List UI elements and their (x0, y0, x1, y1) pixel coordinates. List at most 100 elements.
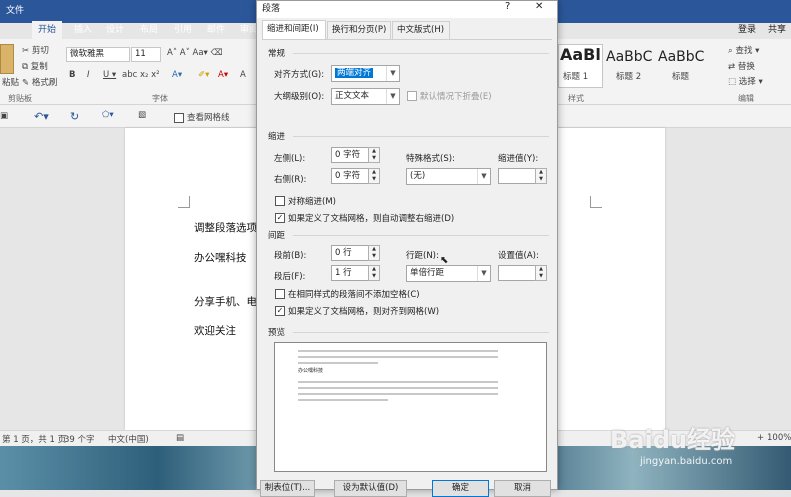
snap-grid-label: 如果定义了文档网格，则对齐到网格(W) (288, 307, 440, 317)
italic-icon[interactable]: I (87, 70, 90, 80)
save-icon[interactable]: ▣ (0, 111, 8, 121)
close-icon[interactable]: ✕ (535, 1, 543, 12)
snap-grid-checkbox[interactable]: ✓ (275, 306, 285, 316)
bold-icon[interactable]: B (69, 70, 75, 80)
find-button[interactable]: ⌕ 查找 ▾ (728, 44, 759, 56)
font-size-select[interactable]: 11 (131, 47, 161, 62)
status-language[interactable]: 中文(中国) (108, 433, 149, 445)
chevron-down-icon: ▼ (477, 266, 490, 281)
tab-layout[interactable]: 布局 (134, 21, 164, 39)
mirror-indent-label: 对称缩进(M) (288, 197, 336, 207)
indent-by-label: 缩进值(Y): (498, 154, 539, 164)
text-effects-icon[interactable]: A▾ (172, 70, 182, 80)
line-spacing-select[interactable]: 单倍行距 ▼ (406, 265, 491, 282)
redo-icon[interactable]: ↻ (70, 110, 79, 123)
cut-label: 剪切 (31, 46, 49, 56)
paragraph-dialog: 段落 ? ✕ 缩进和间距(I) 换行和分页(P) 中文版式(H) 常规 对齐方式… (256, 0, 558, 497)
alignment-select[interactable]: 两端对齐 ▼ (331, 65, 400, 82)
status-macro-icon[interactable]: ▤ (176, 433, 184, 443)
zoom-in-icon[interactable]: + (757, 433, 764, 443)
chevron-down-icon: ▼ (386, 89, 399, 104)
outline-select[interactable]: 正文文本 ▼ (331, 88, 400, 105)
style-heading1-label: 标题 1 (563, 72, 589, 82)
space-after-input[interactable]: 1 行 (331, 265, 369, 281)
status-words[interactable]: 39 个字 (64, 433, 95, 445)
image-icon[interactable]: ▧ (138, 110, 146, 120)
touch-mode-icon[interactable]: ⬠▾ (102, 110, 114, 120)
help-icon[interactable]: ? (505, 1, 510, 12)
tab-line-page-breaks[interactable]: 换行和分页(P) (327, 21, 391, 39)
left-indent-spinner[interactable]: ▲ ▼ (368, 147, 380, 163)
general-section-title: 常规 (268, 49, 286, 59)
status-page[interactable]: 第 1 页，共 1 页 (2, 433, 66, 445)
char-shading-icon[interactable]: A (240, 70, 246, 80)
indent-by-spinner[interactable]: ▲ ▼ (535, 168, 547, 184)
collapse-checkbox[interactable] (407, 91, 417, 101)
style-title-label: 标题 (672, 72, 690, 82)
doc-line-1: 调整段落选项 (194, 222, 257, 234)
ok-button[interactable]: 确定 (432, 480, 489, 497)
left-indent-input[interactable]: 0 字符 (331, 147, 369, 163)
preview-next-line (298, 387, 498, 389)
right-indent-input[interactable]: 0 字符 (331, 168, 369, 184)
outline-label: 大纲级别(O): (274, 92, 325, 102)
style-heading2[interactable]: AaBbC (606, 49, 652, 65)
style-title[interactable]: AaBbC (658, 49, 704, 65)
view-gridlines-label: 查看网格线 (187, 113, 230, 123)
doc-line-2: 办公嘿科技 (194, 252, 247, 264)
underline-icon[interactable]: U ▾ (103, 70, 116, 80)
format-painter-label: 格式刷 (31, 78, 58, 88)
margin-corner-right (590, 196, 602, 208)
baidu-watermark: Baidu经验 (610, 426, 735, 454)
tab-home[interactable]: 开始 (32, 21, 63, 39)
tabs-button[interactable]: 制表位(T)... (260, 480, 315, 497)
preview-pane: 办公嘿科技 (274, 342, 547, 472)
highlight-icon[interactable]: ✐▾ (198, 70, 209, 80)
view-gridlines-checkbox[interactable] (174, 113, 184, 123)
tab-indents-spacing[interactable]: 缩进和间距(I) (262, 20, 326, 39)
cut-button[interactable]: ✂ 剪切 (22, 44, 49, 56)
alignment-value: 两端对齐 (335, 68, 374, 78)
tab-file[interactable]: 文件 (0, 0, 30, 23)
tab-asian-typography[interactable]: 中文版式(H) (392, 21, 450, 39)
tab-mailings[interactable]: 邮件 (201, 21, 231, 39)
space-before-spinner[interactable]: ▲ ▼ (368, 245, 380, 261)
preview-next-line (298, 381, 498, 383)
spacing-at-input[interactable] (498, 265, 536, 281)
format-painter-button[interactable]: ✎ 格式刷 (22, 76, 57, 88)
tab-references[interactable]: 引用 (168, 21, 198, 39)
preview-prev-line (298, 350, 498, 352)
cancel-button[interactable]: 取消 (494, 480, 551, 497)
auto-right-indent-checkbox[interactable]: ✓ (275, 213, 285, 223)
space-after-spinner[interactable]: ▲ ▼ (368, 265, 380, 281)
preview-divider (293, 332, 549, 333)
dialog-title: 段落 (262, 4, 281, 14)
paste-label[interactable]: 粘贴 (2, 76, 19, 88)
mirror-indent-checkbox[interactable] (275, 196, 285, 206)
strikethrough-icon[interactable]: abc x₂ x² (122, 70, 160, 80)
right-indent-spinner[interactable]: ▲ ▼ (368, 168, 380, 184)
select-button[interactable]: ⬚ 选择 ▾ (728, 75, 763, 87)
copy-button[interactable]: ⧉ 复制 (22, 60, 48, 72)
set-default-button[interactable]: 设为默认值(D) (334, 480, 407, 497)
dialog-titlebar[interactable] (257, 1, 557, 18)
style-heading2-label: 标题 2 (616, 72, 642, 82)
font-color-icon[interactable]: A▾ (218, 70, 228, 80)
select-label: 选择 (738, 77, 756, 87)
font-grow-icon[interactable]: A˄ A˅ Aa▾ ⌫ (167, 48, 223, 58)
special-select[interactable]: (无) ▼ (406, 168, 491, 185)
undo-icon[interactable]: ↶▾ (34, 110, 49, 123)
status-zoom[interactable]: 100% (767, 433, 791, 443)
spacing-at-spinner[interactable]: ▲ ▼ (535, 265, 547, 281)
font-name-select[interactable]: 微软雅黑 (66, 47, 130, 62)
space-before-input[interactable]: 0 行 (331, 245, 369, 261)
paste-icon[interactable] (0, 44, 14, 74)
tab-insert[interactable]: 插入 (68, 21, 98, 39)
replace-button[interactable]: ⇄ 替换 (728, 60, 755, 72)
line-spacing-value: 单倍行距 (410, 268, 445, 278)
login-link[interactable]: 登录 (732, 21, 762, 39)
no-space-checkbox[interactable] (275, 289, 285, 299)
indent-by-input[interactable] (498, 168, 536, 184)
tab-design[interactable]: 设计 (100, 21, 130, 39)
share-button[interactable]: 共享 (762, 21, 791, 39)
